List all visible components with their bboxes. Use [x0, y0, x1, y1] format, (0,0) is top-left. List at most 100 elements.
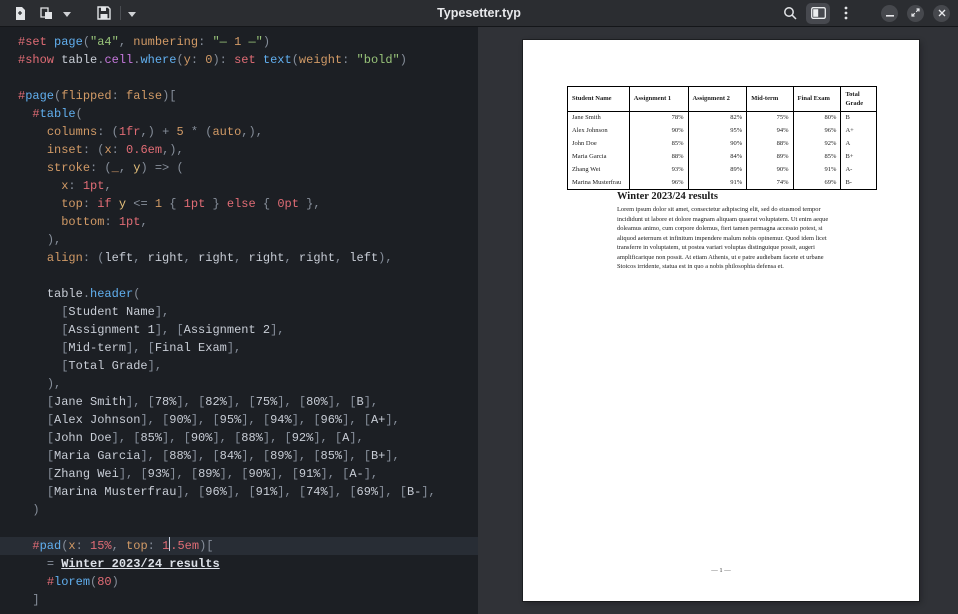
table-cell: 93%	[628, 163, 689, 177]
window-controls	[778, 2, 958, 24]
code-editor[interactable]: #set page("a4", numbering: "— 1 —") #show…	[0, 27, 478, 614]
code-line[interactable]: [Alex Johnson], [90%], [95%], [94%], [96…	[0, 411, 478, 429]
table-cell: 74%	[746, 176, 794, 190]
table-row: Zhang Wei 93% 89% 90% 91% A-	[567, 163, 877, 177]
code-line[interactable]	[0, 69, 478, 87]
table-cell: A	[840, 137, 877, 151]
code-line[interactable]: columns: (1fr,) + 5 * (auto,),	[0, 123, 478, 141]
table-cell: Marina Musterfrau	[567, 176, 630, 190]
table-header-cell: Final Exam	[792, 86, 842, 112]
code-line[interactable]: ),	[0, 231, 478, 249]
table-cell: 94%	[746, 124, 794, 138]
lorem-paragraph: Lorem ipsum dolor sit amet, consectetur …	[617, 206, 829, 271]
table-cell: 75%	[746, 111, 794, 125]
table-cell: 78%	[628, 111, 689, 125]
code-line[interactable]: [Assignment 1], [Assignment 2],	[0, 321, 478, 339]
close-icon	[938, 4, 946, 22]
chevron-down-icon	[128, 4, 136, 22]
code-line[interactable]: #show table.cell.where(y: 0): set text(w…	[0, 51, 478, 69]
results-section: Winter 2023/24 results Lorem ipsum dolor…	[617, 191, 843, 272]
split-view-icon	[810, 7, 826, 19]
table-cell: 92%	[792, 137, 842, 151]
code-line[interactable]: bottom: 1pt,	[0, 213, 478, 231]
save-icon	[97, 6, 111, 20]
minimize-button[interactable]	[881, 4, 898, 22]
table-cell: Jane Smith	[567, 111, 630, 125]
table-cell: A+	[840, 124, 877, 138]
table-cell: 88%	[746, 137, 794, 151]
table-cell: 88%	[628, 150, 689, 164]
split-view-button[interactable]	[806, 2, 830, 24]
table-cell: 90%	[687, 137, 748, 151]
table-row: Alex Johnson 90% 95% 94% 96% A+	[567, 124, 877, 138]
code-line[interactable]: inset: (x: 0.6em,),	[0, 141, 478, 159]
code-line[interactable]: [Total Grade],	[0, 357, 478, 375]
table-row: Maria Garcia 88% 84% 89% 85% B+	[567, 150, 877, 164]
table-cell: 85%	[792, 150, 842, 164]
table-cell: A-	[840, 163, 877, 177]
code-line[interactable]: #page(flipped: false)[	[0, 87, 478, 105]
code-line[interactable]: #set page("a4", numbering: "— 1 —")	[0, 33, 478, 51]
table-cell: 82%	[687, 111, 748, 125]
kebab-menu-icon	[844, 6, 848, 20]
table-cell: B-	[840, 176, 877, 190]
document-page: Student Name Assignment 1 Assignment 2 Mid-…	[523, 40, 919, 601]
code-line[interactable]: [Jane Smith], [78%], [82%], [75%], [80%]…	[0, 393, 478, 411]
file-toolbar	[0, 3, 139, 24]
code-line[interactable]	[0, 267, 478, 285]
rendered-table: Student Name Assignment 1 Assignment 2 Mid-…	[567, 86, 877, 191]
menu-button[interactable]	[834, 3, 858, 24]
table-row: Jane Smith 78% 82% 75% 80% B	[567, 111, 877, 125]
open-file-button[interactable]	[34, 3, 58, 24]
code-line-current[interactable]: #pad(x: 15%, top: 1.5em)[	[0, 537, 478, 555]
code-line[interactable]: align: (left, right, right, right, right…	[0, 249, 478, 267]
code-line[interactable]: = Winter 2023/24 results	[0, 555, 478, 573]
code-line[interactable]: [Student Name],	[0, 303, 478, 321]
new-file-icon	[13, 6, 27, 21]
code-line[interactable]: ),	[0, 375, 478, 393]
table-row: John Doe 85% 90% 88% 92% A	[567, 137, 877, 151]
chevron-down-icon	[63, 4, 71, 22]
table-cell: 95%	[687, 124, 748, 138]
new-file-button[interactable]	[8, 3, 32, 24]
table-header-cell: Assignment 1	[628, 86, 689, 112]
code-line[interactable]: [Marina Musterfrau], [96%], [91%], [74%]…	[0, 483, 478, 501]
table-cell: 96%	[628, 176, 689, 190]
table-header-cell: Student Name	[567, 86, 630, 112]
table-cell: 80%	[792, 111, 842, 125]
table-cell: John Doe	[567, 137, 630, 151]
code-line[interactable]: [John Doe], [85%], [90%], [88%], [92%], …	[0, 429, 478, 447]
open-file-dropdown[interactable]	[60, 3, 74, 24]
table-row: Marina Musterfrau 96% 91% 74% 69% B-	[567, 176, 877, 190]
rendered-table-header: Student Name Assignment 1 Assignment 2 Mid-…	[567, 86, 877, 112]
save-button[interactable]	[92, 3, 116, 24]
page-number: — 1 —	[711, 567, 731, 574]
table-header-cell: Assignment 2	[687, 86, 748, 112]
code-line[interactable]: stroke: (_, y) => (	[0, 159, 478, 177]
table-header-cell: Mid-term	[746, 86, 794, 112]
code-line[interactable]: [Mid-term], [Final Exam],	[0, 339, 478, 357]
table-cell: 69%	[792, 176, 842, 190]
code-line[interactable]: top: if y <= 1 { 1pt } else { 0pt },	[0, 195, 478, 213]
save-dropdown[interactable]	[125, 3, 139, 24]
table-cell: 91%	[687, 176, 748, 190]
restore-button[interactable]	[907, 4, 924, 22]
rendered-table-body: Jane Smith 78% 82% 75% 80% B Alex Johnson 90% 95…	[567, 111, 877, 190]
code-line[interactable]: )	[0, 501, 478, 519]
search-button[interactable]	[778, 3, 802, 24]
table-header-cell: Total Grade	[840, 86, 877, 112]
code-line[interactable]: [Maria Garcia], [88%], [84%], [89%], [85…	[0, 447, 478, 465]
code-line[interactable]: table.header(	[0, 285, 478, 303]
table-cell: Maria Garcia	[567, 150, 630, 164]
code-line[interactable]: #table(	[0, 105, 478, 123]
open-file-icon	[39, 6, 54, 21]
code-line[interactable]: x: 1pt,	[0, 177, 478, 195]
table-cell: Alex Johnson	[567, 124, 630, 138]
code-line[interactable]	[0, 519, 478, 537]
close-button[interactable]	[933, 4, 950, 22]
preview-pane[interactable]: Student Name Assignment 1 Assignment 2 Mid-…	[478, 27, 958, 614]
code-line[interactable]: #lorem(80)	[0, 573, 478, 591]
code-line[interactable]: [Zhang Wei], [93%], [89%], [90%], [91%],…	[0, 465, 478, 483]
code-line[interactable]: ]	[0, 591, 478, 609]
minimize-icon	[885, 4, 894, 22]
